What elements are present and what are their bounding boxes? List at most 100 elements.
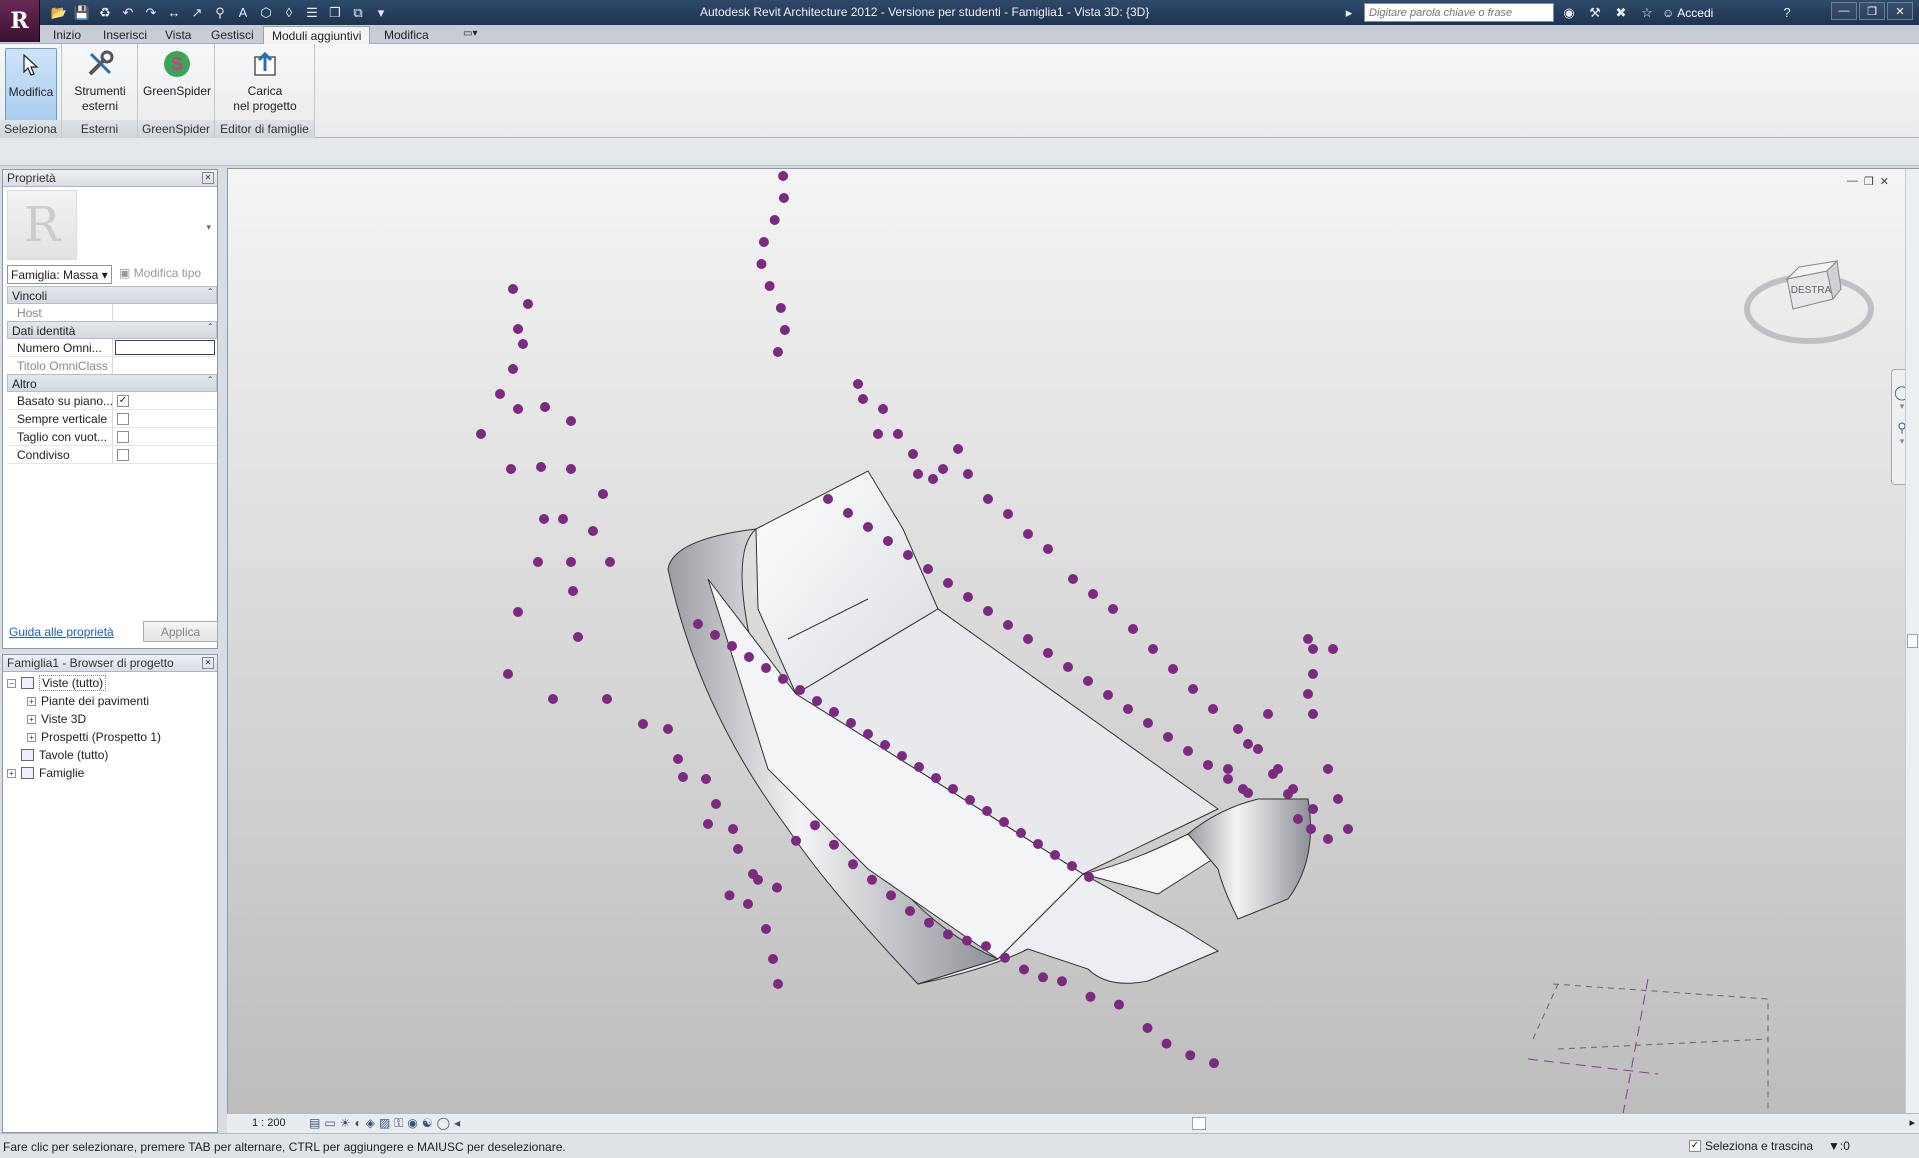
adaptive-point[interactable]: [1114, 999, 1124, 1010]
adaptive-point[interactable]: [1183, 746, 1193, 756]
tab-gestisci[interactable]: Gestisci: [203, 26, 262, 44]
adaptive-point[interactable]: [982, 806, 992, 816]
adaptive-point[interactable]: [1084, 872, 1094, 882]
customize-icon[interactable]: ▾: [372, 4, 390, 22]
adaptive-point[interactable]: [1308, 644, 1318, 654]
adaptive-point[interactable]: [1253, 744, 1263, 754]
tag-icon[interactable]: ⚲: [211, 4, 229, 22]
crop-icon[interactable]: ▨: [379, 1116, 390, 1131]
group-altro[interactable]: Altro ˆ: [7, 374, 217, 392]
communication-icon[interactable]: ✖: [1610, 3, 1632, 22]
adaptive-point[interactable]: [983, 494, 993, 504]
close-icon[interactable]: ✕: [202, 172, 214, 184]
dimension-icon[interactable]: ↗: [188, 4, 206, 22]
adaptive-point[interactable]: [863, 729, 873, 739]
detail-level-icon[interactable]: ▤: [309, 1116, 320, 1131]
adaptive-point[interactable]: [638, 719, 648, 729]
adaptive-point[interactable]: [962, 935, 972, 946]
adaptive-point[interactable]: [588, 526, 598, 536]
adaptive-point[interactable]: [761, 924, 771, 934]
adaptive-point[interactable]: [963, 469, 973, 479]
adaptive-point[interactable]: [1043, 648, 1053, 658]
adaptive-point[interactable]: [1083, 676, 1093, 686]
tab-vista[interactable]: Vista: [157, 26, 199, 44]
subscription-icon[interactable]: ⚒: [1584, 3, 1606, 22]
adaptive-point[interactable]: [1068, 574, 1078, 584]
adaptive-point[interactable]: [873, 429, 883, 439]
adaptive-point[interactable]: [913, 469, 923, 479]
adaptive-point[interactable]: [508, 364, 518, 374]
adaptive-point[interactable]: [710, 630, 720, 640]
adaptive-point[interactable]: [1033, 839, 1043, 849]
render-icon[interactable]: ◈: [366, 1116, 375, 1131]
application-menu-button[interactable]: R: [0, 0, 40, 42]
adaptive-point[interactable]: [999, 817, 1009, 827]
adaptive-point[interactable]: [1268, 769, 1278, 779]
thin-lines-icon[interactable]: ☰: [303, 4, 321, 22]
adaptive-point[interactable]: [518, 339, 528, 349]
adaptive-point[interactable]: [983, 606, 993, 616]
adaptive-point[interactable]: [1203, 760, 1213, 770]
sempre-verticale-checkbox[interactable]: [117, 413, 129, 425]
adaptive-point[interactable]: [1050, 850, 1060, 860]
ribbon-minimize-icon[interactable]: ▭▾: [455, 26, 485, 44]
adaptive-point[interactable]: [1108, 604, 1118, 614]
select-drag-toggle[interactable]: ✓ Seleziona e trascina: [1689, 1139, 1813, 1153]
collapse-icon[interactable]: −: [7, 678, 16, 688]
adaptive-point[interactable]: [508, 284, 518, 294]
adaptive-point[interactable]: [539, 514, 549, 524]
adaptive-point[interactable]: [1063, 662, 1073, 672]
adaptive-point[interactable]: [775, 303, 786, 313]
search-expand-icon[interactable]: ▸: [1338, 3, 1360, 22]
adaptive-point[interactable]: [981, 941, 991, 952]
tab-inizio[interactable]: Inizio: [45, 26, 89, 44]
adaptive-point[interactable]: [878, 404, 888, 414]
adaptive-point[interactable]: [523, 299, 533, 309]
adaptive-point[interactable]: [536, 462, 546, 472]
adaptive-point[interactable]: [791, 835, 801, 846]
adaptive-point[interactable]: [931, 773, 941, 783]
lock-view-icon[interactable]: ⚿: [394, 1116, 403, 1131]
tab-inserisci[interactable]: Inserisci: [95, 26, 155, 44]
undo-icon[interactable]: ↶: [119, 4, 137, 22]
adaptive-point[interactable]: [1088, 589, 1098, 599]
adaptive-point[interactable]: [1328, 644, 1338, 654]
adaptive-point[interactable]: [1168, 664, 1178, 674]
adaptive-point[interactable]: [761, 663, 771, 673]
adaptive-point[interactable]: [1308, 709, 1318, 719]
adaptive-point[interactable]: [495, 389, 505, 399]
adaptive-point[interactable]: [1308, 669, 1318, 679]
text-icon[interactable]: A: [234, 4, 252, 22]
adaptive-point[interactable]: [1238, 784, 1248, 794]
sync-icon[interactable]: ♻: [96, 4, 114, 22]
adaptive-point[interactable]: [1085, 991, 1096, 1002]
adaptive-point[interactable]: [753, 874, 763, 885]
adaptive-point[interactable]: [923, 564, 933, 574]
adaptive-point[interactable]: [476, 429, 486, 439]
expand-icon[interactable]: +: [27, 732, 36, 742]
adaptive-point[interactable]: [605, 557, 615, 567]
favorites-icon[interactable]: ☆: [1636, 3, 1658, 22]
adaptive-point[interactable]: [914, 762, 924, 772]
adaptive-point[interactable]: [1148, 644, 1158, 654]
adaptive-point[interactable]: [938, 464, 948, 474]
adaptive-point[interactable]: [943, 929, 953, 940]
adaptive-point[interactable]: [1263, 709, 1273, 719]
adaptive-point[interactable]: [965, 795, 975, 805]
adaptive-point[interactable]: [812, 696, 822, 706]
apply-button[interactable]: Applica: [143, 621, 218, 642]
adaptive-point[interactable]: [905, 906, 915, 916]
adaptive-point[interactable]: [513, 607, 523, 617]
measure-icon[interactable]: ↔: [165, 4, 183, 22]
adaptive-point[interactable]: [924, 917, 934, 928]
adaptive-point[interactable]: [778, 674, 788, 684]
save-icon[interactable]: 💾: [73, 4, 91, 22]
adaptive-point[interactable]: [573, 632, 583, 642]
adaptive-point[interactable]: [779, 325, 790, 335]
adaptive-point[interactable]: [1000, 952, 1010, 963]
adaptive-point[interactable]: [566, 416, 576, 426]
group-vincoli[interactable]: Vincoli ˆ: [7, 286, 217, 304]
adaptive-point[interactable]: [744, 652, 754, 662]
expand-icon[interactable]: +: [27, 714, 36, 724]
adaptive-point[interactable]: [1023, 529, 1033, 539]
